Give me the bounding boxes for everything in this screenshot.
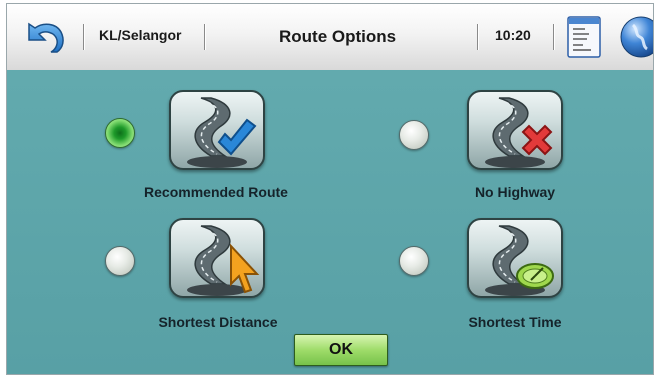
recommended-route-label[interactable]: Recommended Route xyxy=(136,184,296,200)
shortest-time-label[interactable]: Shortest Time xyxy=(453,314,577,330)
road-cursor-icon xyxy=(187,225,260,296)
divider xyxy=(83,24,84,50)
divider xyxy=(204,24,205,50)
route-options-panel: Recommended Route No Highway Shortest Di… xyxy=(7,70,653,374)
road-checkmark-icon xyxy=(187,97,257,168)
radio-shortest-time[interactable] xyxy=(399,246,429,276)
back-arrow-icon xyxy=(28,22,64,53)
page-title: Route Options xyxy=(279,27,397,46)
no-highway-button[interactable] xyxy=(467,90,563,170)
back-button[interactable] xyxy=(23,18,67,56)
road-cross-icon xyxy=(485,97,553,168)
shortest-time-button[interactable] xyxy=(467,218,563,298)
top-bar: KL/Selangor Route Options 10:20 xyxy=(7,4,653,72)
clock-time: 10:20 xyxy=(495,27,531,43)
divider xyxy=(553,24,554,50)
no-highway-label[interactable]: No Highway xyxy=(453,184,577,200)
recommended-route-button[interactable] xyxy=(169,90,265,170)
divider xyxy=(477,24,478,50)
radio-no-highway[interactable] xyxy=(399,120,429,150)
ok-button[interactable]: OK xyxy=(294,334,388,366)
shortest-distance-button[interactable] xyxy=(169,218,265,298)
shortest-distance-label[interactable]: Shortest Distance xyxy=(143,314,293,330)
menu-button[interactable] xyxy=(567,16,601,58)
globe-button[interactable] xyxy=(619,15,653,59)
radio-shortest-distance[interactable] xyxy=(105,246,135,276)
road-clock-icon xyxy=(485,225,554,296)
radio-recommended-route[interactable] xyxy=(105,118,135,148)
globe-icon xyxy=(620,16,653,58)
menu-document-icon xyxy=(567,16,601,58)
region-label: KL/Selangor xyxy=(99,27,182,43)
app-window: KL/Selangor Route Options 10:20 Recommen… xyxy=(6,3,654,375)
